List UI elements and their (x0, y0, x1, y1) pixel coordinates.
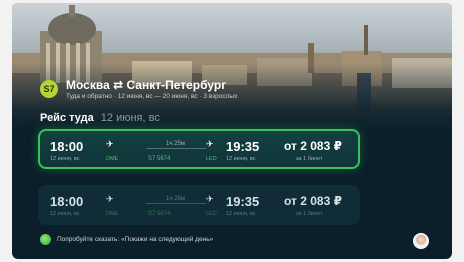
arrive-time: 19:35 (226, 194, 260, 209)
flight-number: S7 5674 (148, 211, 171, 217)
price-note: за 1 билет (296, 156, 323, 162)
depart-time: 18:00 (50, 194, 84, 209)
arrive-time: 19:35 (226, 139, 260, 154)
route-title: Москва ⇄ Санкт-Петербург (66, 78, 227, 92)
depart-date: 12 июня, вс (50, 156, 80, 162)
section-title-date: 12 июня, вс (100, 112, 160, 124)
flight-card[interactable]: 18:00 12 июня, вс ✈ DME 1ч 25м S7 5674 ✈… (38, 185, 360, 225)
arrive-code: LED (206, 211, 217, 217)
flight-duration: 1ч 25м (166, 196, 185, 202)
plane-landing-icon: ✈ (206, 139, 214, 149)
flight-price: от 2 083 ₽ (284, 139, 342, 153)
depart-code: DME (106, 156, 119, 162)
voice-hint-bar: Попробуйте сказать: «Покажи на следующий… (40, 234, 213, 245)
route-line (146, 148, 206, 149)
section-title-label: Рейс туда (40, 112, 94, 124)
flight-number: S7 5674 (148, 156, 171, 162)
flight-card-selected[interactable]: 18:00 12 июня, вс ✈ DME 1ч 25м S7 5674 ✈… (38, 129, 360, 169)
user-avatar[interactable] (413, 233, 429, 249)
route-subtitle: Туда и обратно · 12 июня, вс — 20 июня, … (66, 93, 238, 100)
flight-price: от 2 083 ₽ (284, 194, 342, 208)
route-header: S7 Москва ⇄ Санкт-Петербург Туда и обрат… (40, 78, 237, 101)
voice-assistant-icon[interactable] (40, 234, 51, 245)
section-title: Рейс туда 12 июня, вс (40, 112, 160, 124)
plane-takeoff-icon: ✈ (106, 194, 114, 204)
airline-logo: S7 (40, 80, 58, 98)
price-note: за 1 билет (296, 211, 323, 217)
arrive-code: LED (206, 156, 217, 162)
flight-duration: 1ч 25м (166, 141, 185, 147)
arrive-date: 12 июня, вс (226, 156, 256, 162)
route-line (146, 203, 206, 204)
voice-hint-text: Попробуйте сказать: «Покажи на следующий… (57, 236, 214, 243)
plane-takeoff-icon: ✈ (106, 139, 114, 149)
plane-landing-icon: ✈ (206, 194, 214, 204)
depart-date: 12 июня, вс (50, 211, 80, 217)
arrive-date: 12 июня, вс (226, 211, 256, 217)
depart-time: 18:00 (50, 139, 84, 154)
depart-code: DME (106, 211, 119, 217)
